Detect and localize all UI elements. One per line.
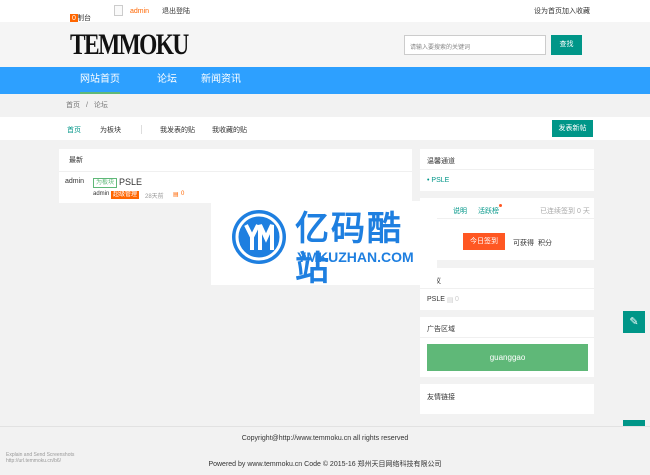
post-title[interactable]: PSLE	[119, 177, 142, 187]
footer: Copyright@http://www.temmoku.cn all righ…	[0, 426, 650, 475]
hot-channel-card: 温馨通道 • PSLE	[420, 149, 594, 191]
edit-float-button[interactable]: ✎	[623, 311, 645, 333]
username-link[interactable]: admin	[130, 7, 149, 16]
links-card: 友情链接	[420, 384, 594, 414]
list-item[interactable]: admin 为板块 PSLE admin 超级管理 28天前 ▤ 0	[59, 171, 412, 200]
nav-item-forum[interactable]: 论坛	[157, 67, 177, 94]
nav-item-home[interactable]: 网站首页	[80, 67, 120, 94]
hot-channel-item[interactable]: • PSLE	[427, 177, 449, 184]
corner-note: Explain and Send Screenshots http://url.…	[6, 452, 74, 464]
hot-topic-card: 热议 PSLE ▤ 0	[420, 268, 594, 310]
hot-topic-count: 0	[455, 296, 459, 303]
divider	[141, 125, 142, 134]
divider	[420, 218, 594, 219]
sign-tab-desc[interactable]: 说明	[453, 206, 467, 216]
search-button[interactable]: 查找	[551, 35, 582, 55]
watermark-logo	[232, 210, 286, 264]
pencil-icon: ✎	[629, 316, 639, 328]
add-favorite-link[interactable]: 加入收藏	[562, 7, 590, 16]
sign-in-card: 说明 活跃榜 已连续签到 0 天 可获得 积分	[420, 198, 594, 260]
footer-powered: Powered by www.temmoku.cn Code © 2015-16…	[208, 461, 442, 468]
notification-dot	[499, 204, 502, 207]
forum-toolbar: 首页 为板块 我发表的贴 我收藏的贴 发表新帖	[0, 117, 650, 140]
consecutive-label: 已连续签到	[540, 208, 575, 215]
set-home-link[interactable]: 设为首页	[534, 7, 562, 16]
post-author-top[interactable]: admin	[65, 178, 84, 185]
hot-topic-item[interactable]: PSLE	[427, 296, 445, 303]
sign-in-button[interactable]: 今日签到	[463, 233, 505, 250]
search-input[interactable]: 请输入要搜索的关键词	[404, 35, 546, 55]
breadcrumb-current: 论坛	[93, 102, 108, 109]
nav-item-news[interactable]: 新闻资讯	[201, 67, 241, 94]
watermark-subtitle: YMKUZHAN.COM	[297, 249, 414, 265]
site-logo[interactable]: TEMMOKU	[70, 26, 189, 64]
reply-count: 0	[181, 191, 185, 197]
board-tag[interactable]: 为板块	[93, 178, 118, 188]
breadcrumb: 首页 / 论坛	[66, 100, 108, 110]
comment-icon: ▤	[173, 192, 179, 198]
tab-my-favorites[interactable]: 我收藏的贴	[212, 125, 247, 135]
header: TEMMOKU 请输入要搜索的关键词 查找	[0, 22, 650, 67]
top-bar: 控制台 0 admin 退出登陆 设为首页 加入收藏	[0, 0, 650, 23]
ad-title: 广告区域	[427, 326, 455, 333]
logout-link[interactable]: 退出登陆	[162, 7, 190, 16]
post-author[interactable]: admin	[93, 191, 109, 197]
role-badge: 超级管理	[111, 191, 140, 199]
watermark-logo-icon	[235, 213, 283, 261]
hot-channel-title: 温馨通道	[427, 158, 455, 165]
sign-tab-rank[interactable]: 活跃榜	[478, 206, 499, 216]
tab-board[interactable]: 为板块	[100, 125, 121, 135]
divider	[420, 288, 594, 289]
main-nav: 网站首页 论坛 新闻资讯	[0, 67, 650, 94]
can-get-text: 可获得	[513, 240, 534, 247]
hot-channel-item-label: PSLE	[431, 177, 450, 184]
tab-home[interactable]: 首页	[67, 125, 81, 135]
new-post-button[interactable]: 发表新帖	[552, 120, 593, 137]
section-title: 最新	[69, 157, 83, 164]
consecutive-days: 0	[576, 208, 581, 215]
comment-icon: ▤	[447, 297, 454, 304]
days-unit: 天	[582, 208, 590, 215]
breadcrumb-home[interactable]: 首页	[66, 102, 80, 109]
points-text: 积分	[538, 240, 552, 247]
post-time: 28天前	[145, 194, 164, 200]
tab-my-posts[interactable]: 我发表的贴	[160, 125, 195, 135]
breadcrumb-separator: /	[85, 102, 88, 109]
consecutive-text: 已连续签到 0 天	[540, 206, 590, 216]
footer-copyright: Copyright@http://www.temmoku.cn all righ…	[241, 435, 409, 442]
watermark-overlay: 亿码酷站 YMKUZHAN.COM	[211, 201, 437, 288]
ad-banner[interactable]: guanggao	[427, 344, 588, 371]
post-list-card: 最新 admin 为板块 PSLE admin 超级管理 28天前 ▤ 0	[59, 149, 412, 203]
links-title: 友情链接	[427, 394, 455, 401]
divider	[420, 337, 594, 338]
divider	[420, 169, 594, 170]
corner-note-line2: http://url.temmoku.cn/b6/	[6, 458, 62, 464]
avatar[interactable]	[114, 5, 123, 16]
